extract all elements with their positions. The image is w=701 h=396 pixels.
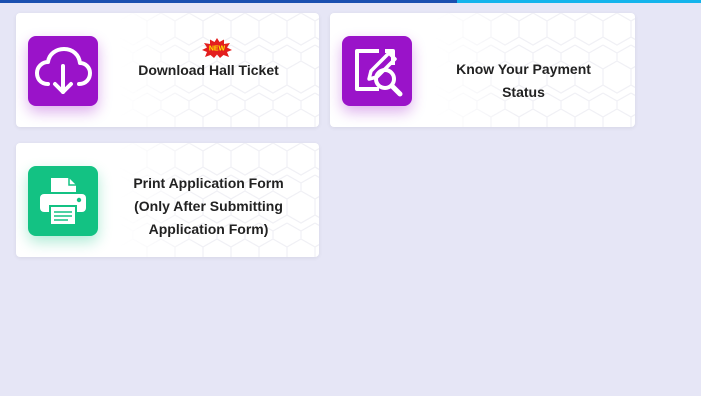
print-application-form-card[interactable]: Print Application Form (Only After Submi…: [16, 143, 319, 257]
card-label-line: Know Your Payment: [456, 61, 591, 77]
card-label-line: Download Hall Ticket: [138, 62, 279, 78]
card-label-line: (Only After Submitting: [134, 198, 283, 214]
printer-icon: [28, 166, 98, 236]
new-badge-icon: NEW: [202, 38, 232, 58]
document-search-icon: [342, 36, 412, 106]
know-your-payment-status-label: Know Your Payment Status: [422, 58, 625, 104]
top-bar-primary-segment: [0, 0, 457, 3]
cloud-download-icon: [28, 36, 98, 106]
top-bar-secondary-segment: [457, 0, 701, 3]
download-hall-ticket-label: Download Hall Ticket: [108, 59, 309, 82]
card-label-line: Application Form): [148, 221, 269, 237]
card-label-line: Print Application Form: [133, 175, 284, 191]
top-progress-bar: [0, 0, 701, 3]
print-application-form-label: Print Application Form (Only After Submi…: [108, 172, 309, 241]
card-label-line: Status: [502, 84, 545, 100]
know-your-payment-status-card[interactable]: Know Your Payment Status: [330, 13, 635, 127]
download-hall-ticket-card[interactable]: NEW Download Hall Ticket: [16, 13, 319, 127]
new-badge-text: NEW: [209, 46, 226, 53]
